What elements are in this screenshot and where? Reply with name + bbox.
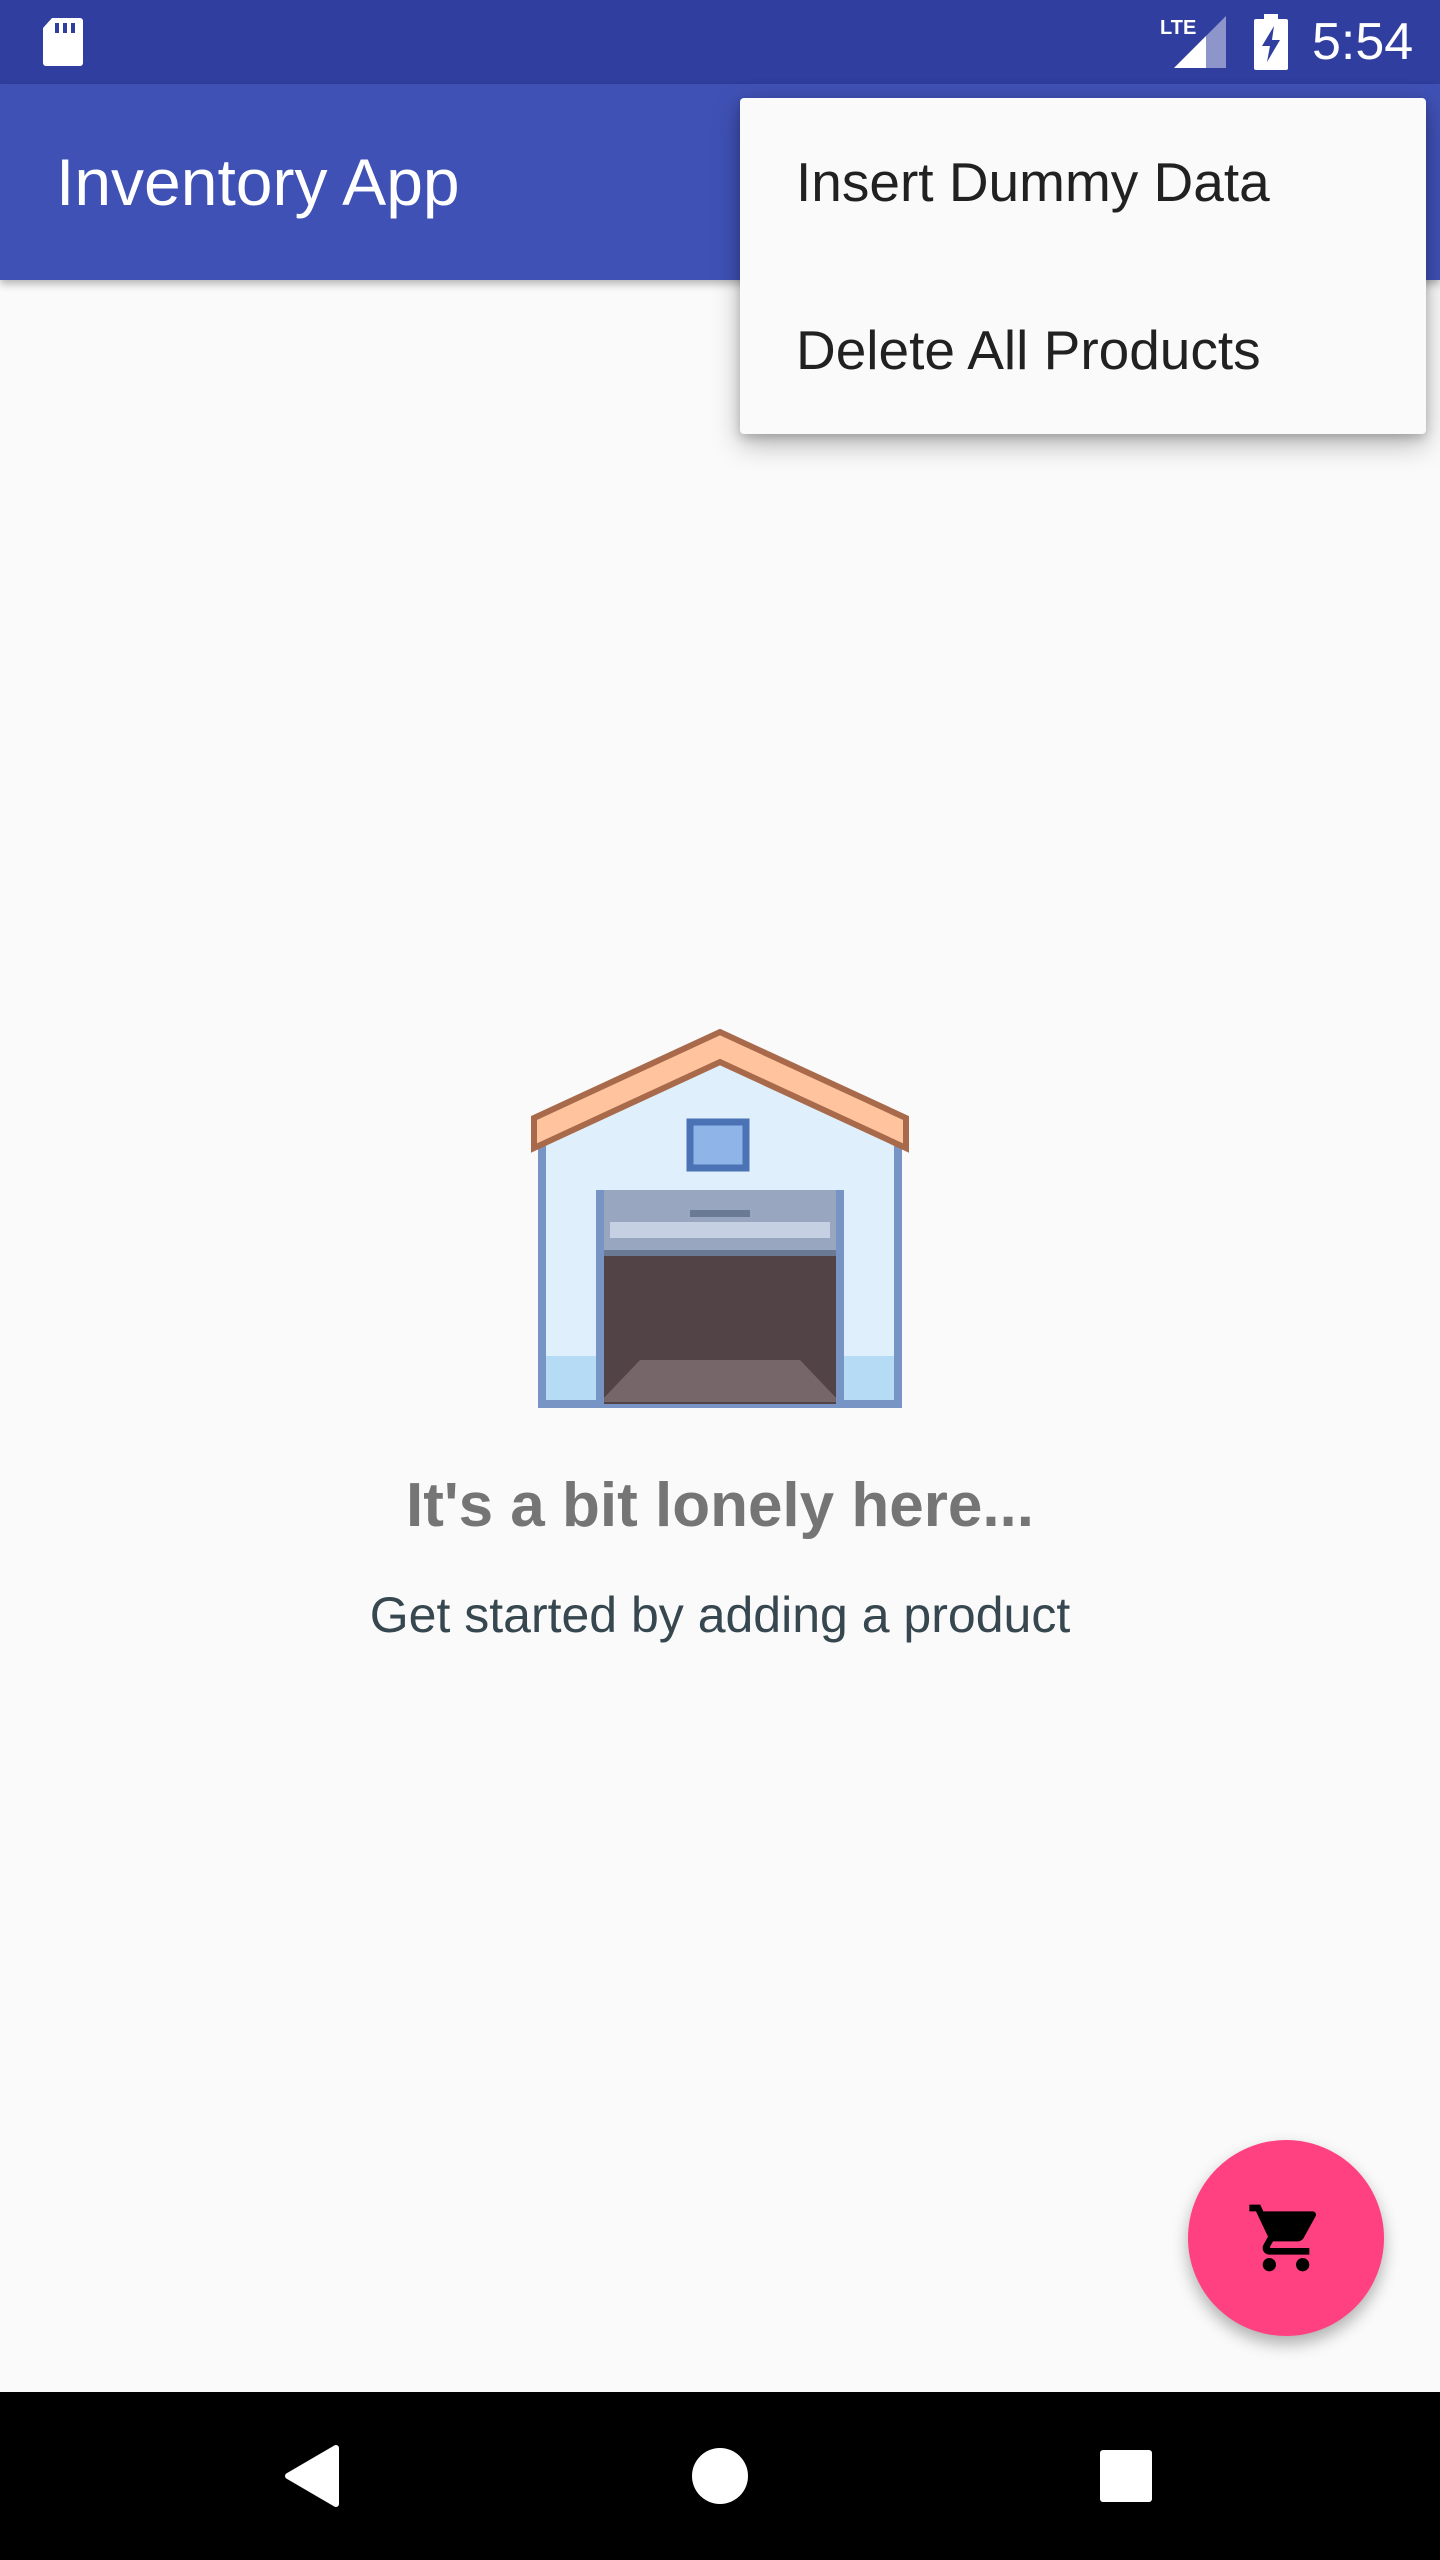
empty-state-title: It's a bit lonely here... (405, 1471, 1035, 1540)
app-title: Inventory App (56, 145, 460, 219)
battery-charging-icon (1254, 14, 1288, 74)
empty-state-subtitle: Get started by adding a product (369, 1587, 1071, 1643)
overflow-menu: Insert Dummy Data Delete All Products (740, 98, 1426, 434)
back-icon (285, 2445, 339, 2507)
lte-signal-icon: LTE (1160, 14, 1228, 74)
screen: LTE 5:54 Inventory App Insert Dummy Data… (0, 0, 1440, 2560)
home-icon (692, 2448, 748, 2504)
back-button[interactable] (230, 2392, 398, 2560)
status-bar: LTE 5:54 (0, 0, 1440, 84)
sd-card-icon (40, 16, 84, 72)
lte-label: LTE (1160, 17, 1196, 39)
recents-icon (1100, 2450, 1152, 2502)
recents-button[interactable] (1042, 2392, 1210, 2560)
home-button[interactable] (636, 2392, 804, 2560)
add-product-button[interactable] (1188, 2140, 1384, 2336)
warehouse-icon (530, 1026, 910, 1410)
menu-item-delete-all-products[interactable]: Delete All Products (740, 266, 1426, 434)
menu-item-insert-dummy-data[interactable]: Insert Dummy Data (740, 98, 1426, 266)
navigation-bar (0, 2392, 1440, 2560)
shopping-cart-icon (1246, 2198, 1326, 2282)
status-bar-clock: 5:54 (1312, 13, 1414, 71)
